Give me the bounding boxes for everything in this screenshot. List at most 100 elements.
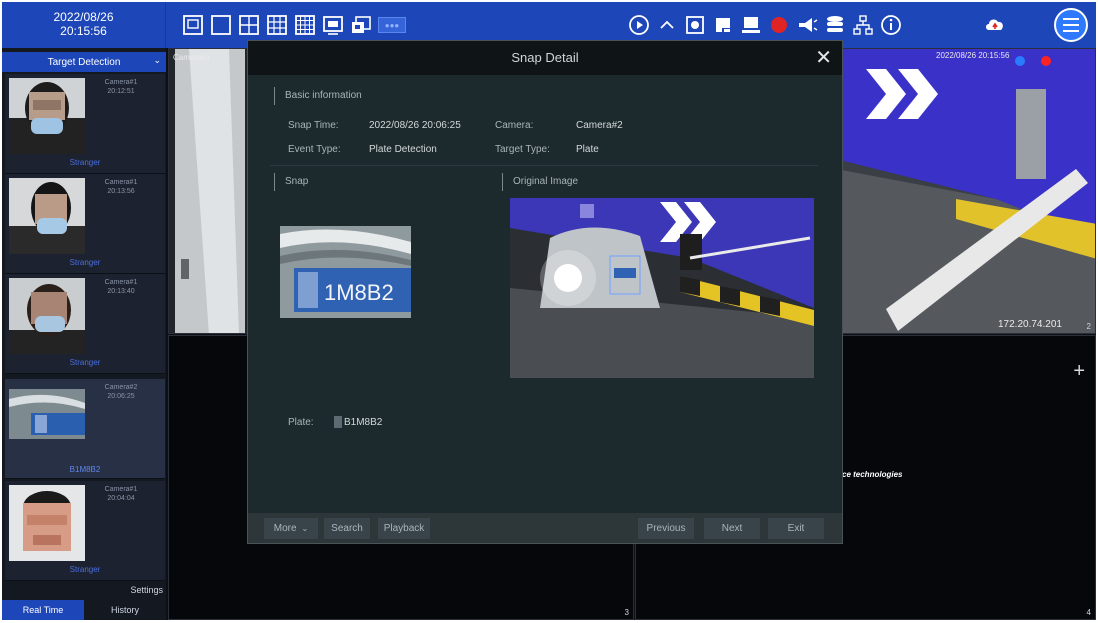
snap-heading: Snap — [274, 173, 308, 191]
card-time: 20:12:51 — [107, 88, 135, 95]
snap-time-label: Snap Time: — [288, 120, 339, 131]
chevron-down-icon: ⌄ — [153, 55, 161, 65]
exit-button[interactable]: Exit — [768, 518, 824, 539]
nvr-app: 2022/08/26 20:15:56 ●●● Target Detection… — [2, 2, 1096, 620]
layout-single-button[interactable] — [182, 13, 204, 37]
chevron-down-icon: ⌄ — [301, 524, 309, 533]
settings-link[interactable]: Settings — [130, 585, 163, 595]
original-image[interactable] — [510, 198, 814, 378]
camera-2-timestamp: 2022/08/26 20:15:56 — [936, 51, 1010, 60]
camera-3-number: 3 — [624, 608, 629, 617]
snap-card-3[interactable]: Camera#1 20:13:40 Stranger — [5, 274, 165, 374]
info-button[interactable] — [880, 13, 902, 37]
record-icon — [771, 17, 787, 33]
next-button[interactable]: Next — [704, 518, 760, 539]
playback-button[interactable]: Playback — [378, 518, 430, 539]
target-type-value: Plate — [576, 144, 599, 155]
search-button[interactable]: Search — [324, 518, 370, 539]
database-icon — [827, 16, 843, 32]
camera-value: Camera#2 — [576, 120, 623, 131]
collapse-button[interactable] — [656, 13, 678, 37]
plate-label: Plate: — [288, 417, 314, 428]
record-button[interactable] — [768, 13, 790, 37]
original-image-heading: Original Image — [502, 173, 578, 191]
layout-full-button[interactable] — [210, 13, 232, 37]
card-camera: Camera#1 — [104, 279, 138, 286]
more-layouts-button[interactable]: ●●● — [378, 17, 406, 33]
play-circle-icon — [629, 15, 649, 35]
plate-snap-image[interactable]: 1M8B2 — [280, 226, 411, 318]
layout-single-icon — [183, 15, 203, 35]
card-label: Stranger — [69, 258, 101, 267]
dialog-title: Snap Detail — [511, 50, 579, 65]
pip-icon — [352, 16, 371, 33]
monitor-button[interactable] — [740, 13, 762, 37]
camera-label: Camera: — [495, 120, 534, 131]
clock-date: 2022/08/26 — [53, 10, 114, 24]
snap-card-2[interactable]: Camera#1 20:13:56 Stranger — [5, 174, 165, 274]
camera-1-label: Camera#1 — [173, 53, 211, 62]
layout-9-button[interactable] — [266, 13, 288, 37]
panel-tabs: Real Time History — [2, 600, 166, 620]
add-camera-icon[interactable]: + — [1073, 360, 1085, 383]
image-view-icon — [323, 16, 343, 35]
snap-detail-dialog: Snap Detail ✕ Basic information Snap Tim… — [247, 40, 843, 544]
face-thumbnail — [9, 78, 85, 154]
card-label: Stranger — [69, 158, 101, 167]
pip-button[interactable] — [350, 13, 372, 37]
function-toolbar — [628, 11, 902, 39]
layout-9-icon — [267, 15, 287, 35]
card-label: Stranger — [69, 565, 101, 574]
tab-history[interactable]: History — [84, 600, 166, 620]
plate-value: B1M8B2 — [344, 417, 383, 428]
layout-16-button[interactable] — [294, 13, 316, 37]
card-label: Stranger — [69, 358, 101, 367]
layout-full-icon — [211, 15, 231, 35]
playback-button[interactable] — [628, 13, 650, 37]
plate-thumbnail — [9, 389, 85, 439]
card-camera: Camera#2 — [104, 384, 138, 391]
image-view-button[interactable] — [322, 13, 344, 37]
snap-card-4[interactable]: Camera#2 20:06:25 B1M8B2 — [5, 379, 165, 479]
card-time: 20:13:56 — [107, 188, 135, 195]
dialog-header: Snap Detail ✕ — [248, 41, 842, 75]
snap-card-1[interactable]: Camera#1 20:12:51 Stranger — [5, 74, 165, 174]
megaphone-icon — [799, 18, 818, 32]
face-thumbnail — [9, 278, 85, 354]
camera-2-number: 2 — [1086, 322, 1091, 331]
tab-real-time[interactable]: Real Time — [2, 600, 84, 620]
close-icon[interactable]: ✕ — [815, 45, 832, 71]
disk-button[interactable] — [712, 13, 734, 37]
face-thumbnail — [9, 485, 85, 561]
card-time: 20:04:04 — [107, 495, 135, 502]
card-time: 20:06:25 — [107, 393, 135, 400]
snap-card-5[interactable]: Camera#1 20:04:04 Stranger — [5, 481, 165, 581]
clock: 2022/08/26 20:15:56 — [2, 2, 166, 48]
cloud-upload-icon — [986, 19, 1003, 30]
target-select-label: Target Detection — [47, 56, 121, 68]
snapshot-icon — [686, 16, 704, 34]
layout-4-icon — [239, 15, 259, 35]
snapshot-panel: Target Detection ⌄ Camera#1 20:12:51 Stra… — [2, 48, 166, 620]
previous-button[interactable]: Previous — [638, 518, 694, 539]
clock-time: 20:15:56 — [60, 24, 107, 38]
storage-button[interactable] — [824, 13, 846, 37]
snapshot-button[interactable] — [684, 13, 706, 37]
basic-info-heading: Basic information — [274, 87, 362, 105]
network-button[interactable] — [852, 13, 874, 37]
event-type-value: Plate Detection — [369, 144, 437, 155]
target-detection-select[interactable]: Target Detection ⌄ — [2, 52, 166, 72]
main-menu-button[interactable] — [1054, 8, 1088, 42]
info-icon — [881, 15, 901, 35]
target-type-label: Target Type: — [495, 144, 550, 155]
more-button[interactable]: More ⌄ — [264, 518, 318, 539]
chevron-up-icon — [660, 20, 674, 29]
plate-province-blur — [334, 416, 342, 428]
broadcast-button[interactable] — [796, 13, 818, 37]
layout-4-button[interactable] — [238, 13, 260, 37]
plate-crop-text: 1M8B2 — [324, 280, 394, 305]
card-camera: Camera#1 — [104, 486, 138, 493]
hamburger-icon — [1063, 18, 1079, 20]
more-button-label: More — [273, 523, 297, 534]
cloud-upgrade-button[interactable] — [984, 13, 1006, 37]
